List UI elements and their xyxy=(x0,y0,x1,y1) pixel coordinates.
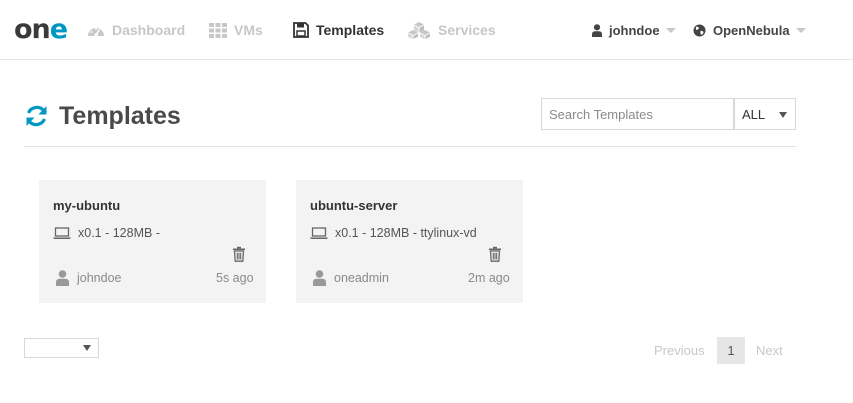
cubes-icon xyxy=(408,21,430,39)
save-icon xyxy=(293,22,309,38)
user-icon xyxy=(56,270,69,286)
template-card[interactable]: ubuntu-server x0.1 - 128MB - ttylinux-vd… xyxy=(296,180,523,303)
logo-text-e: e xyxy=(49,13,68,45)
template-owner-name: johndoe xyxy=(77,271,122,285)
nav-vms[interactable]: VMs xyxy=(209,20,263,40)
trash-icon[interactable] xyxy=(231,246,247,262)
globe-icon xyxy=(693,24,706,36)
page-size-select[interactable] xyxy=(24,338,99,358)
zone-menu[interactable]: OpenNebula xyxy=(693,20,806,40)
nav-dashboard-label: Dashboard xyxy=(112,22,186,38)
zone-menu-label: OpenNebula xyxy=(713,22,790,38)
header-divider xyxy=(24,146,796,147)
pagination-page-1[interactable]: 1 xyxy=(717,337,745,364)
user-icon xyxy=(313,270,326,286)
search-input[interactable] xyxy=(541,98,734,130)
page-title: Templates xyxy=(59,101,181,130)
grid-icon xyxy=(209,22,227,38)
laptop-icon xyxy=(310,227,328,239)
template-name: my-ubuntu xyxy=(53,198,121,213)
chevron-down-icon xyxy=(83,345,91,351)
dashboard-icon xyxy=(88,27,104,37)
chevron-down-icon xyxy=(779,112,787,118)
nav-services[interactable]: Services xyxy=(407,20,496,40)
trash-icon[interactable] xyxy=(487,246,503,262)
nav-services-label: Services xyxy=(438,22,496,38)
nav-dashboard[interactable]: Dashboard xyxy=(87,20,185,40)
template-card[interactable]: my-ubuntu x0.1 - 128MB - johndoe 5s ago xyxy=(39,180,266,303)
filter-select[interactable]: ALL xyxy=(734,98,796,130)
user-menu[interactable]: johndoe xyxy=(592,20,676,40)
laptop-icon xyxy=(53,227,71,239)
top-navbar: one Dashboard VMs Templates Services joh… xyxy=(0,0,853,60)
template-owner: oneadmin xyxy=(313,270,389,286)
template-spec-text: x0.1 - 128MB - ttylinux-vd xyxy=(335,226,477,240)
user-icon xyxy=(592,23,602,37)
template-spec-text: x0.1 - 128MB - xyxy=(78,226,160,240)
pagination-previous[interactable]: Previous xyxy=(654,337,705,364)
chevron-down-icon xyxy=(665,27,676,33)
logo-text-on: on xyxy=(14,13,51,45)
nav-templates-label: Templates xyxy=(316,22,385,38)
template-owner: johndoe xyxy=(56,270,122,286)
template-spec: x0.1 - 128MB - ttylinux-vd xyxy=(310,226,477,240)
template-spec: x0.1 - 128MB - xyxy=(53,226,160,240)
opennebula-logo[interactable]: one xyxy=(14,13,68,45)
template-name: ubuntu-server xyxy=(310,198,398,213)
refresh-icon[interactable] xyxy=(24,104,49,128)
pagination-next[interactable]: Next xyxy=(756,337,783,364)
user-menu-label: johndoe xyxy=(609,22,660,38)
template-time: 2m ago xyxy=(468,271,510,285)
template-owner-name: oneadmin xyxy=(334,271,389,285)
nav-templates[interactable]: Templates xyxy=(293,20,384,40)
filter-select-value: ALL xyxy=(742,106,766,122)
nav-vms-label: VMs xyxy=(234,22,263,38)
template-time: 5s ago xyxy=(216,271,254,285)
page-header: Templates xyxy=(24,96,181,136)
chevron-down-icon xyxy=(795,27,806,33)
